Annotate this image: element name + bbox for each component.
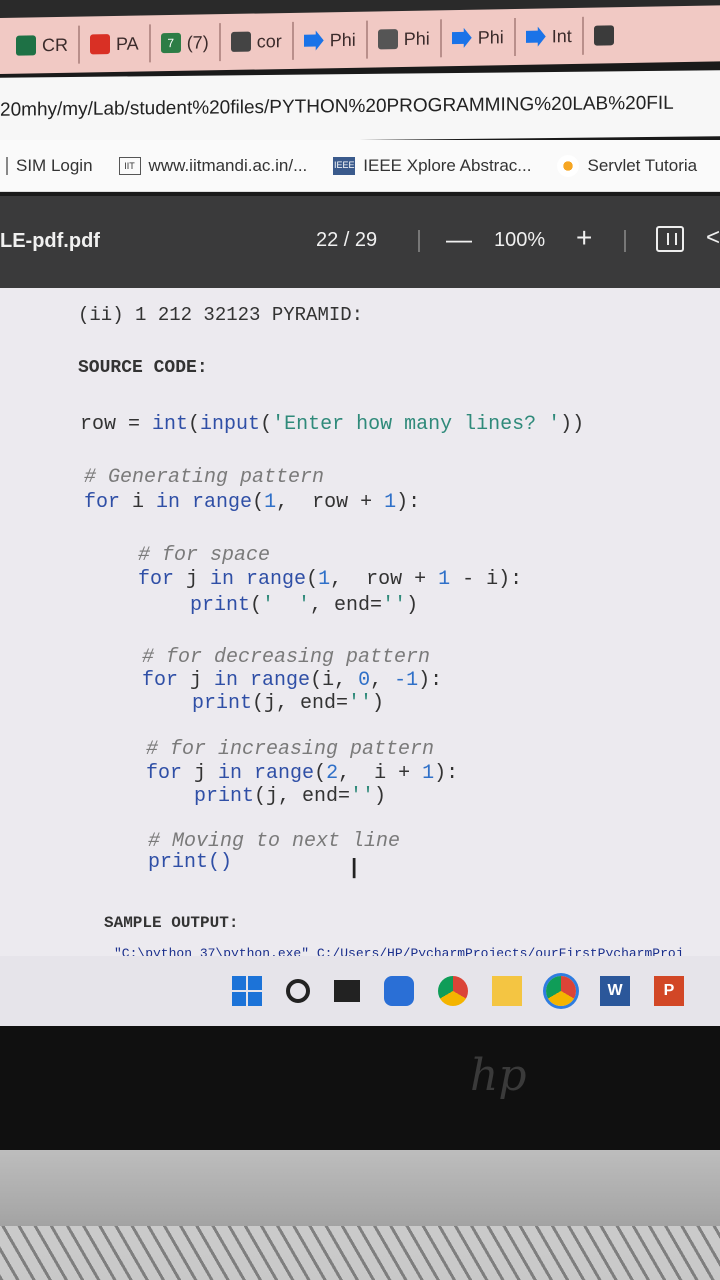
tab-label: Phi bbox=[329, 29, 356, 50]
meet-arrow-icon bbox=[452, 28, 472, 48]
code-comment: # for space bbox=[138, 544, 271, 567]
toolbar-divider bbox=[624, 230, 626, 252]
source-code-heading: SOURCE CODE: bbox=[78, 358, 208, 378]
chrome-active-icon[interactable] bbox=[546, 976, 576, 1006]
code-line: for j in range(1, row + 1 - i): bbox=[138, 568, 523, 591]
tab-phi-2[interactable]: Phi bbox=[367, 19, 442, 59]
tab-label: CR bbox=[42, 34, 68, 55]
meet-app-icon[interactable] bbox=[384, 976, 414, 1006]
rotate-icon[interactable]: < bbox=[706, 224, 720, 252]
zoom-level[interactable]: 100% bbox=[494, 229, 545, 252]
tab-label: Phi bbox=[403, 27, 430, 49]
meet-arrow-icon bbox=[526, 26, 546, 46]
sample-output-heading: SAMPLE OUTPUT: bbox=[104, 914, 239, 932]
tab-label: Phi bbox=[477, 26, 504, 48]
browser-tab-strip: CR PA 7 (7) cor Phi Phi Phi Int bbox=[0, 5, 720, 75]
iit-icon: IIT bbox=[118, 156, 141, 175]
tab-gmail[interactable]: PA bbox=[80, 24, 151, 64]
windows-taskbar: W P bbox=[0, 956, 720, 1026]
text-cursor-icon: I bbox=[350, 852, 359, 885]
code-line: row = int(input('Enter how many lines? '… bbox=[80, 413, 585, 436]
code-line: print() bbox=[148, 851, 233, 874]
word-icon[interactable]: W bbox=[600, 976, 630, 1006]
ieee-icon: IEEE bbox=[333, 156, 356, 175]
tab-notifications[interactable]: 7 (7) bbox=[150, 23, 221, 63]
code-comment: # Generating pattern bbox=[84, 466, 325, 489]
code-comment: # Moving to next line bbox=[148, 830, 401, 853]
fit-page-icon[interactable] bbox=[656, 226, 684, 252]
search-icon[interactable] bbox=[286, 979, 310, 1003]
meet-arrow-icon bbox=[304, 30, 324, 50]
bookmark-label: Servlet Tutoria bbox=[587, 155, 698, 175]
hp-logo: hp bbox=[470, 1050, 527, 1101]
tab-label: PA bbox=[116, 33, 139, 54]
tab-partial[interactable] bbox=[584, 16, 624, 55]
code-line: for i in range(1, row + 1): bbox=[84, 491, 421, 514]
code-comment: # for decreasing pattern bbox=[142, 646, 431, 669]
gmail-icon bbox=[90, 34, 110, 55]
tab-int[interactable]: Int bbox=[515, 16, 584, 56]
tab-cor[interactable]: cor bbox=[220, 21, 294, 62]
screen-bottom-bezel bbox=[0, 1026, 720, 1150]
code-line: for j in range(2, i + 1): bbox=[146, 762, 459, 785]
task-view-icon[interactable] bbox=[334, 980, 360, 1002]
pdf-file-title: LE-pdf.pdf bbox=[0, 230, 100, 252]
tab-label: Int bbox=[551, 25, 572, 46]
bookmarks-bar: SIM Login IIT www.iitmandi.ac.in/... IEE… bbox=[0, 140, 720, 192]
app-icon bbox=[593, 25, 614, 46]
page-indicator[interactable]: 22 / 29 bbox=[316, 229, 377, 252]
powerpoint-icon[interactable]: P bbox=[654, 976, 684, 1006]
bookmark-label: SIM Login bbox=[16, 155, 93, 175]
speaker-grille bbox=[0, 1226, 720, 1280]
tab-phi-1[interactable]: Phi bbox=[293, 20, 368, 60]
file-explorer-icon[interactable] bbox=[492, 976, 522, 1006]
code-line: print(' ', end='') bbox=[190, 594, 419, 617]
site-icon bbox=[377, 29, 398, 50]
bookmark-iit-mandi[interactable]: IIT www.iitmandi.ac.in/... bbox=[118, 155, 308, 176]
tab-label: cor bbox=[256, 30, 282, 52]
globe-icon bbox=[230, 31, 251, 52]
tab-label: (7) bbox=[186, 31, 209, 53]
section-title: (ii) 1 212 32123 PYRAMID: bbox=[78, 304, 364, 326]
url-text: 20mhy/my/Lab/student%20files/PYTHON%20PR… bbox=[0, 92, 674, 121]
bookmark-sim-login[interactable]: SIM Login bbox=[6, 156, 93, 176]
bookmark-label: IEEE Xplore Abstrac... bbox=[363, 155, 532, 175]
bookmark-servlet[interactable]: Servlet Tutoria bbox=[557, 154, 698, 177]
windows-start-icon[interactable] bbox=[232, 976, 262, 1006]
chrome-icon[interactable] bbox=[438, 976, 468, 1006]
notification-icon: 7 bbox=[160, 32, 181, 54]
toolbar-divider bbox=[418, 230, 420, 252]
code-line: print(j, end='') bbox=[194, 785, 387, 808]
separator bbox=[6, 156, 8, 175]
zoom-in-button[interactable]: + bbox=[576, 222, 592, 254]
servlet-icon bbox=[557, 154, 580, 177]
address-bar[interactable]: 20mhy/my/Lab/student%20files/PYTHON%20PR… bbox=[0, 70, 720, 144]
code-line: for j in range(i, 0, -1): bbox=[142, 669, 443, 692]
bookmark-ieee[interactable]: IEEE IEEE Xplore Abstrac... bbox=[333, 156, 531, 176]
tab-cr[interactable]: CR bbox=[6, 25, 80, 65]
tab-phi-3[interactable]: Phi bbox=[441, 17, 516, 58]
bookmark-label: www.iitmandi.ac.in/... bbox=[148, 155, 308, 175]
pdf-page: (ii) 1 212 32123 PYRAMID: SOURCE CODE: r… bbox=[0, 288, 720, 960]
code-comment: # for increasing pattern bbox=[146, 738, 435, 761]
excel-icon bbox=[16, 35, 36, 56]
pdf-toolbar: LE-pdf.pdf 22 / 29 — 100% + < bbox=[0, 196, 720, 288]
zoom-out-button[interactable]: — bbox=[446, 224, 472, 255]
code-line: print(j, end='') bbox=[192, 692, 385, 715]
